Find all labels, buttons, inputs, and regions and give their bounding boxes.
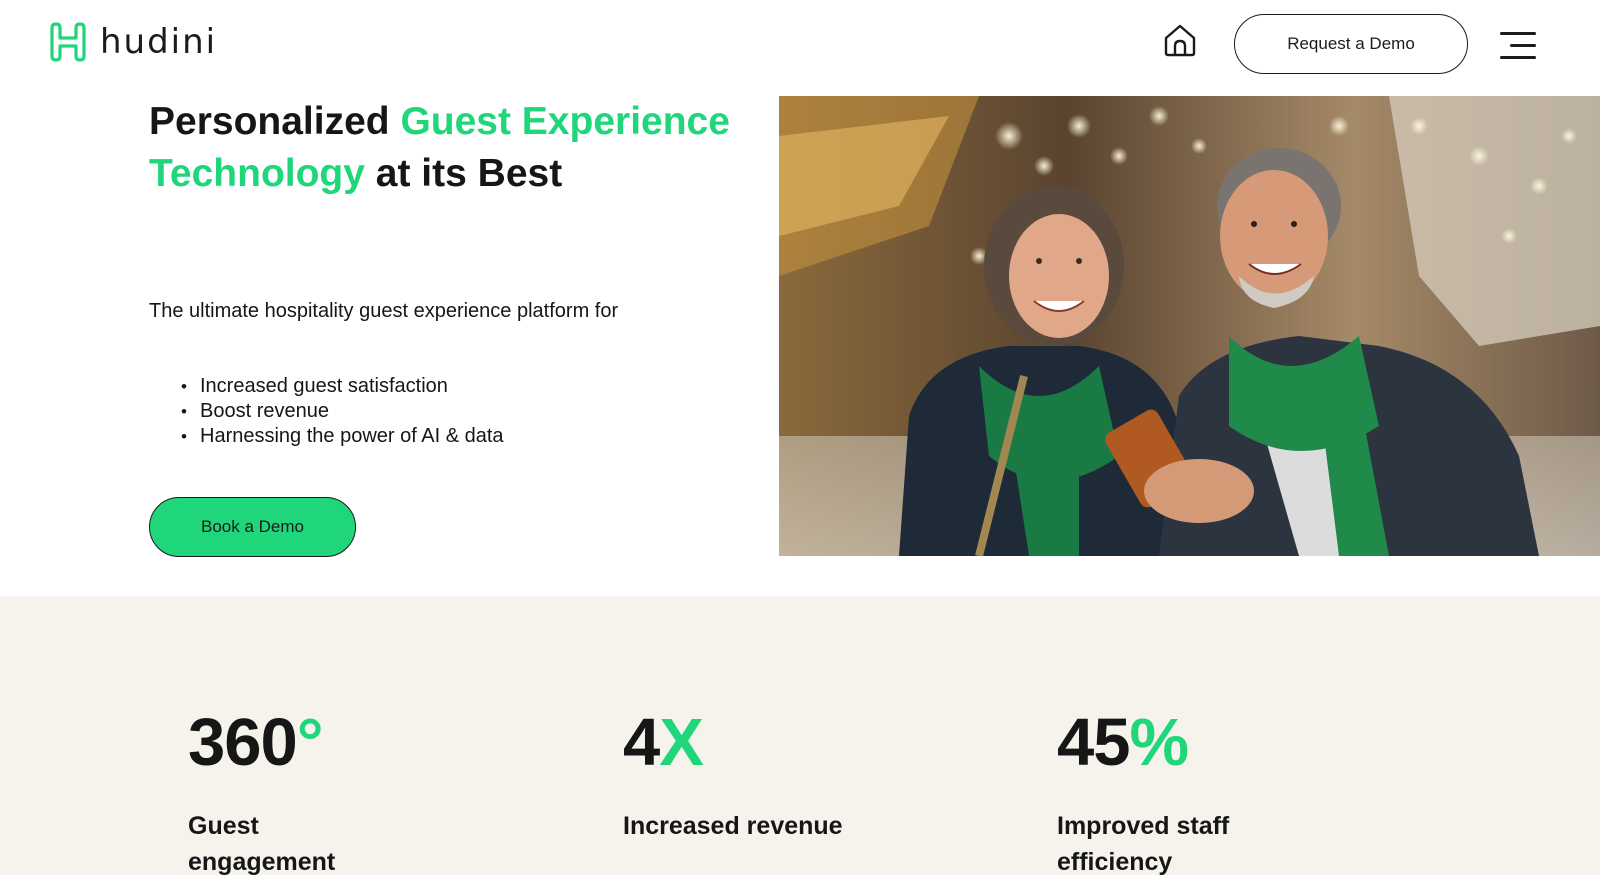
hero-bullet-list: Increased guest satisfaction Boost reven… — [181, 374, 504, 449]
stat-value: 45 — [1057, 705, 1131, 780]
stat-value: 360 — [188, 705, 298, 780]
logo-text: hudini — [100, 22, 218, 62]
bullet-item: Increased guest satisfaction — [181, 374, 504, 399]
book-demo-button[interactable]: Book a Demo — [149, 497, 356, 557]
request-demo-button[interactable]: Request a Demo — [1234, 14, 1468, 74]
hero-title: Personalized Guest Experience Technology… — [149, 96, 749, 200]
stat-value: 4 — [623, 705, 660, 780]
bullet-item: Harnessing the power of AI & data — [181, 424, 503, 449]
home-button[interactable] — [1160, 20, 1200, 60]
stat-item-guest-engagement: 360° Guest engagement — [188, 706, 408, 875]
hero-photo — [779, 96, 1600, 556]
hero-title-tail: at its Best — [364, 152, 563, 195]
hero-subtitle: The ultimate hospitality guest experienc… — [149, 300, 619, 322]
stat-item-increased-revenue: 4X Increased revenue — [623, 706, 843, 844]
stat-label: Improved staff efficiency — [1057, 812, 1230, 875]
bullet-item: Boost revenue — [181, 399, 504, 424]
menu-button[interactable] — [1498, 30, 1538, 62]
stat-unit: % — [1129, 705, 1190, 780]
hero-title-lead: Personalized — [149, 100, 401, 143]
stat-item-staff-efficiency: 45% Improved staff efficiency — [1057, 706, 1277, 875]
stat-number: 360° — [188, 706, 408, 780]
logo-link[interactable]: hudini — [50, 20, 217, 64]
stats-section: 360° Guest engagement 4X Increased reven… — [0, 596, 1600, 875]
stat-unit: ° — [296, 705, 324, 780]
stat-label: Increased revenue — [623, 812, 843, 840]
stat-label: Guest engagement — [188, 812, 336, 875]
home-icon — [1164, 24, 1196, 57]
menu-icon — [1500, 32, 1536, 59]
hudini-logo-icon — [50, 22, 86, 62]
stat-number: 45% — [1057, 706, 1277, 780]
stat-number: 4X — [623, 706, 843, 780]
site-header: hudini Request a Demo — [0, 0, 1600, 92]
hero-photo-illustration — [779, 96, 1600, 556]
stat-unit: X — [659, 705, 704, 780]
